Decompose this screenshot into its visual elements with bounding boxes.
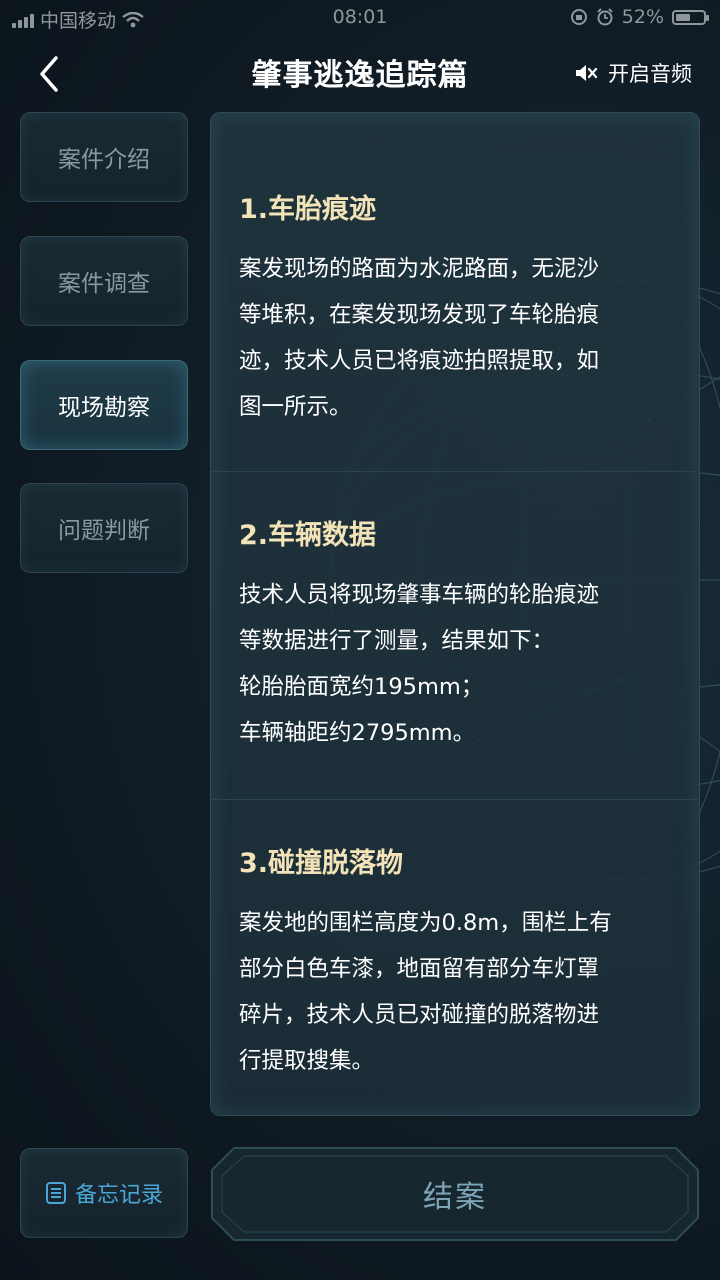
sound-toggle-button[interactable]: 开启音频 [574,58,692,88]
memo-button[interactable]: 备忘记录 [20,1148,188,1238]
list-icon [45,1182,66,1204]
orientation-lock-icon [570,9,587,25]
section-tire-marks: 1.车胎痕迹 案发现场的路面为水泥路面，无泥沙 等堆积，在案发现场发现了车轮胎痕… [239,187,679,430]
body-line: 车辆轴距约2795mm。 [239,720,476,746]
battery-icon [672,9,709,25]
section-vehicle-data: 2.车辆数据 技术人员将现场肇事车辆的轮胎痕迹 等数据进行了测量，结果如下： 轮… [239,513,679,756]
body-line: 迹，技术人员已将痕迹拍照提取，如 [239,348,600,374]
section-heading: 1.车胎痕迹 [239,194,377,225]
battery-percent: 52% [621,6,664,28]
tab-label: 案件介绍 [58,147,150,173]
section-divider [211,471,699,472]
section-heading: 3.碰撞脱落物 [239,848,404,879]
section-body: 案发地的围栏高度为0.8m，围栏上有 部分白色车漆，地面留有部分车灯罩 碎片，技… [239,900,679,1084]
memo-label: 备忘记录 [74,1183,163,1208]
close-case-button[interactable]: 结案 [210,1146,700,1242]
section-heading: 2.车辆数据 [239,520,377,551]
body-line: 案发地的围栏高度为0.8m，围栏上有 [239,910,612,936]
body-line: 等堆积，在案发现场发现了车轮胎痕 [239,302,600,328]
speaker-muted-icon [576,65,598,81]
tab-label: 案件调查 [58,271,150,297]
body-line: 图一所示。 [239,394,352,420]
tab-label: 现场勘察 [58,395,150,421]
content-panel[interactable]: 1.车胎痕迹 案发现场的路面为水泥路面，无泥沙 等堆积，在案发现场发现了车轮胎痕… [210,112,700,1116]
screen: 中国移动 08:01 52% 肇事逃逸追踪篇 开启音频 案件介绍 案件调查 现场… [0,0,720,1280]
body-line: 技术人员将现场肇事车辆的轮胎痕迹 [239,582,600,608]
section-body: 技术人员将现场肇事车辆的轮胎痕迹 等数据进行了测量，结果如下： 轮胎胎面宽约19… [239,572,679,756]
body-line: 行提取搜集。 [239,1048,375,1074]
tab-case-intro[interactable]: 案件介绍 [20,112,188,202]
tab-scene-survey[interactable]: 现场勘察 [20,360,188,450]
sound-toggle-label: 开启音频 [608,62,692,86]
close-case-label: 结案 [423,1180,487,1215]
section-collision-debris: 3.碰撞脱落物 案发地的围栏高度为0.8m，围栏上有 部分白色车漆，地面留有部分… [239,841,679,1084]
tab-case-investigation[interactable]: 案件调查 [20,236,188,326]
body-line: 碎片，技术人员已对碰撞的脱落物进 [239,1002,600,1028]
section-divider [211,799,699,800]
status-bar: 中国移动 08:01 52% [0,0,720,36]
alarm-icon [597,8,613,26]
tab-question-judgment[interactable]: 问题判断 [20,483,188,573]
body-line: 等数据进行了测量，结果如下： [239,628,555,654]
battery-fill [676,13,690,21]
body-line: 案发现场的路面为水泥路面，无泥沙 [239,256,600,282]
tab-label: 问题判断 [58,518,150,544]
section-body: 案发现场的路面为水泥路面，无泥沙 等堆积，在案发现场发现了车轮胎痕 迹，技术人员… [239,246,679,430]
body-line: 部分白色车漆，地面留有部分车灯罩 [239,956,600,982]
body-line: 轮胎胎面宽约195mm； [239,674,484,700]
